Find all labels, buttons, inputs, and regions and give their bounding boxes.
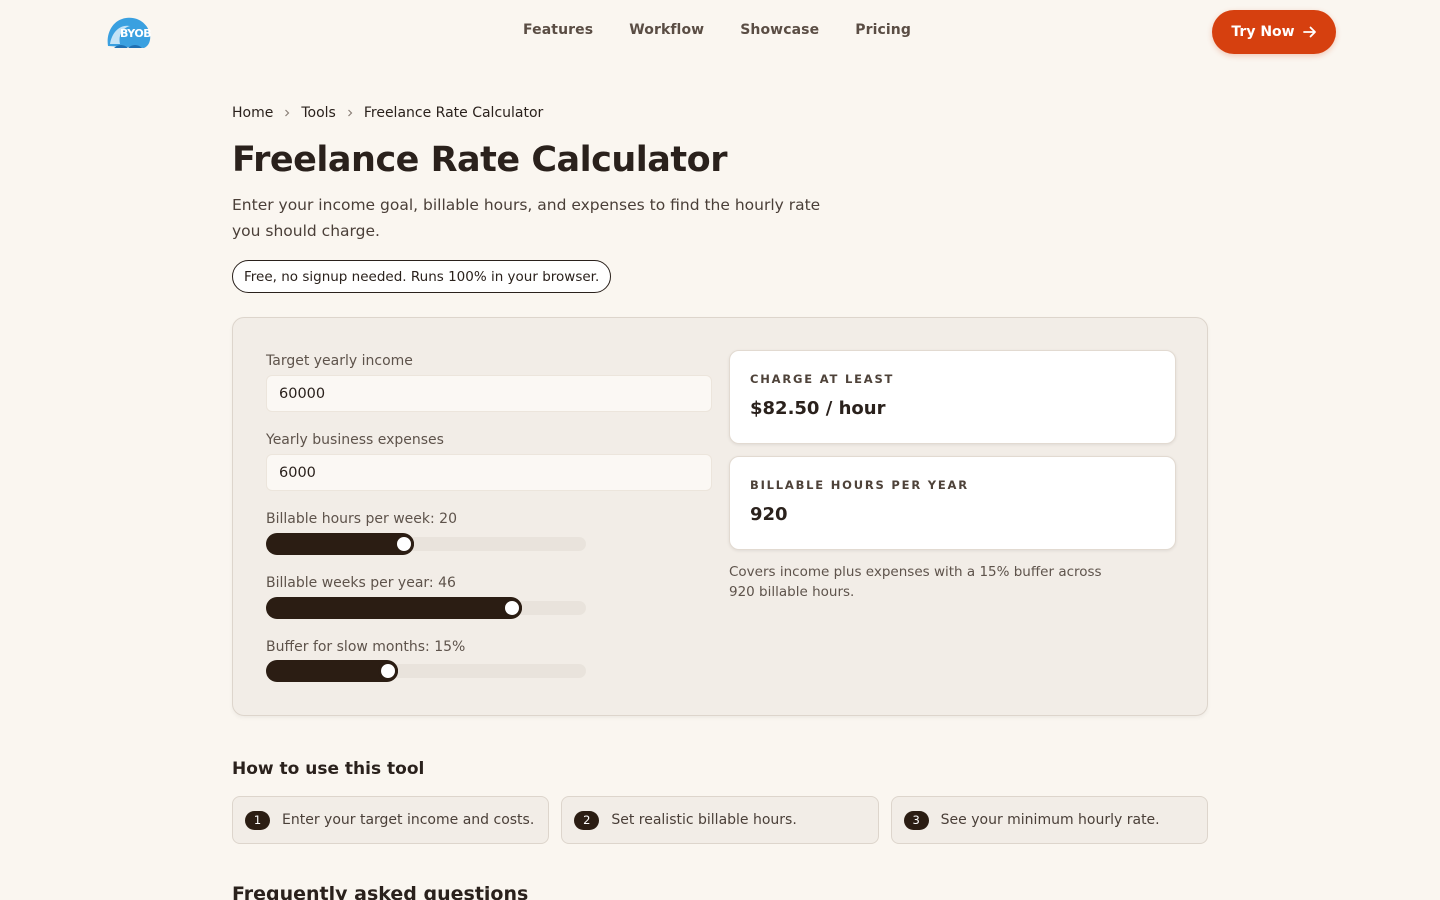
- hours-per-week-slider[interactable]: [266, 533, 586, 555]
- step-number: 3: [903, 810, 929, 830]
- step-card: 3 See your minimum hourly rate.: [890, 796, 1208, 844]
- slider-fill: [266, 533, 414, 555]
- breadcrumb: Home Tools Freelance Rate Calculator: [232, 105, 543, 121]
- breadcrumb-tools[interactable]: Tools: [301, 105, 336, 121]
- weeks-per-year-slider[interactable]: [266, 597, 586, 619]
- nav-pricing[interactable]: Pricing: [855, 22, 911, 38]
- calculator-card: Target yearly income Yearly business exp…: [232, 317, 1208, 716]
- rate-result-card: CHARGE AT LEAST $82.50 / hour: [729, 350, 1176, 444]
- arrow-right-icon: [1302, 26, 1316, 38]
- buffer-slider[interactable]: [266, 660, 586, 682]
- step-card: 1 Enter your target income and costs.: [232, 796, 550, 844]
- income-input[interactable]: [266, 375, 712, 412]
- weeks-per-year-label: Billable weeks per year: 46: [266, 575, 456, 591]
- hours-result-value: 920: [750, 504, 788, 525]
- faq-title: Frequently asked questions: [232, 883, 529, 900]
- free-badge: Free, no signup needed. Runs 100% in you…: [232, 260, 612, 293]
- page-title: Freelance Rate Calculator: [232, 140, 727, 180]
- site-header: BYOB Features Workflow Showcase Pricing …: [0, 0, 1440, 64]
- slider-thumb[interactable]: [378, 661, 398, 681]
- step-number: 1: [245, 810, 270, 830]
- nav-workflow[interactable]: Workflow: [629, 22, 704, 38]
- expenses-label: Yearly business expenses: [266, 432, 444, 448]
- step-card: 2 Set realistic billable hours.: [561, 796, 879, 844]
- chevron-right-icon: [283, 109, 291, 117]
- buffer-label: Buffer for slow months: 15%: [266, 639, 466, 655]
- chevron-right-icon: [346, 109, 354, 117]
- breadcrumb-current: Freelance Rate Calculator: [363, 105, 544, 121]
- rate-result-label: CHARGE AT LEAST: [750, 372, 895, 386]
- breadcrumb-home[interactable]: Home: [232, 105, 273, 121]
- slider-thumb[interactable]: [502, 598, 522, 618]
- step-text: See your minimum hourly rate.: [940, 812, 1160, 828]
- rate-result-value: $82.50 / hour: [750, 398, 886, 419]
- slider-thumb[interactable]: [394, 534, 414, 554]
- hours-result-card: BILLABLE HOURS PER YEAR 920: [729, 456, 1176, 550]
- try-now-button[interactable]: Try Now: [1212, 10, 1336, 54]
- expenses-input[interactable]: [266, 454, 712, 491]
- howto-steps: 1 Enter your target income and costs. 2 …: [232, 796, 1208, 844]
- income-label: Target yearly income: [266, 353, 413, 369]
- page-subtitle: Enter your income goal, billable hours, …: [232, 196, 821, 240]
- nav-features[interactable]: Features: [523, 22, 593, 38]
- howto-title: How to use this tool: [232, 759, 425, 779]
- hours-result-label: BILLABLE HOURS PER YEAR: [750, 478, 969, 492]
- try-now-label: Try Now: [1231, 24, 1295, 40]
- result-note: Covers income plus expenses with a 15% b…: [729, 564, 1102, 600]
- slider-fill: [266, 597, 522, 619]
- step-number: 2: [574, 810, 600, 830]
- hours-per-week-label: Billable hours per week: 20: [266, 511, 457, 527]
- step-text: Set realistic billable hours.: [611, 812, 797, 828]
- nav-showcase[interactable]: Showcase: [740, 22, 819, 38]
- step-text: Enter your target income and costs.: [282, 812, 535, 828]
